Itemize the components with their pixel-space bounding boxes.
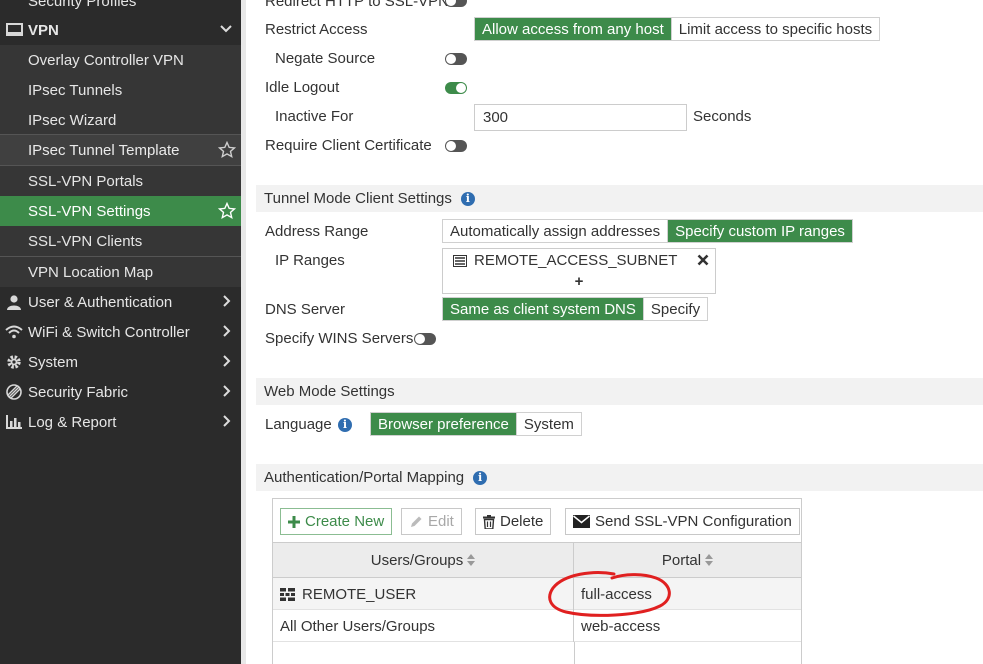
column-divider [574, 642, 575, 664]
address-object-icon [453, 254, 467, 267]
chevron-right-icon [223, 295, 231, 307]
wins-servers-label: Specify WINS Servers [265, 330, 414, 347]
system-language-option[interactable]: System [515, 413, 581, 435]
fabric-icon [4, 383, 24, 401]
specify-dns-option[interactable]: Specify [642, 298, 708, 320]
browser-preference-option[interactable]: Browser preference [371, 413, 516, 435]
tunnel-mode-title: Tunnel Mode Client Settings [264, 190, 452, 207]
sidebar-item-security-fabric[interactable]: Security Fabric [0, 377, 241, 407]
require-client-cert-label: Require Client Certificate [265, 137, 432, 154]
inactive-for-label: Inactive For [275, 108, 354, 125]
restrict-access-selector: Allow access from any host Limit access … [474, 17, 881, 41]
idle-logout-toggle[interactable] [445, 82, 467, 94]
dns-server-selector: Same as client system DNS Specify [442, 297, 709, 321]
user-icon [4, 293, 24, 311]
idle-logout-label: Idle Logout [265, 79, 340, 96]
edit-button[interactable]: Edit [401, 508, 462, 535]
sidebar-item-ipsec-wizard[interactable]: IPsec Wizard [0, 105, 241, 135]
portal-mapping-title: Authentication/Portal Mapping [264, 469, 465, 486]
remove-icon[interactable] [697, 254, 709, 266]
portal-mapping-section-header: Authentication/Portal Mapping i [256, 464, 983, 491]
tunnel-mode-section-header: Tunnel Mode Client Settings i [256, 185, 983, 212]
chevron-right-icon [223, 385, 231, 397]
portal-mapping-table: Create New Edit Delete Send SSL-VPN Conf… [272, 498, 802, 664]
send-ssl-vpn-config-button[interactable]: Send SSL-VPN Configuration [565, 508, 800, 535]
redirect-http-toggle[interactable] [445, 0, 467, 7]
table-row[interactable]: REMOTE_USER full-access [273, 578, 801, 610]
sidebar-item-log-report[interactable]: Log & Report [0, 407, 241, 437]
sidebar: Security Profiles VPN Overlay Controller… [0, 0, 241, 664]
ip-range-entry: REMOTE_ACCESS_SUBNET [453, 252, 677, 269]
sidebar-item-wifi-switch-controller[interactable]: WiFi & Switch Controller [0, 317, 241, 347]
limit-specific-hosts-option[interactable]: Limit access to specific hosts [670, 18, 880, 40]
chevron-down-icon [220, 25, 232, 33]
annotation-circle [548, 571, 671, 617]
restrict-access-label: Restrict Access [265, 21, 368, 38]
group-icon [280, 587, 295, 601]
sidebar-item-vpn-location-map[interactable]: VPN Location Map [0, 257, 241, 287]
address-range-label: Address Range [265, 223, 369, 240]
plus-icon [288, 515, 300, 528]
negate-source-label: Negate Source [275, 50, 376, 67]
sidebar-item-user-authentication[interactable]: User & Authentication [0, 287, 241, 317]
user-cell: REMOTE_USER [273, 578, 574, 610]
same-as-client-dns-option[interactable]: Same as client system DNS [443, 298, 643, 320]
sidebar-item-ipsec-tunnels[interactable]: IPsec Tunnels [0, 75, 241, 105]
info-icon[interactable]: i [473, 470, 488, 485]
pencil-icon [411, 516, 422, 527]
address-range-selector: Automatically assign addresses Specify c… [442, 219, 853, 243]
sidebar-item-overlay-controller-vpn[interactable]: Overlay Controller VPN [0, 45, 241, 75]
custom-ip-ranges-option[interactable]: Specify custom IP ranges [667, 220, 852, 242]
create-new-button[interactable]: Create New [280, 508, 393, 535]
chevron-right-icon [223, 355, 231, 367]
language-label: Language [265, 416, 332, 433]
chart-icon [4, 413, 24, 431]
info-icon[interactable]: i [460, 191, 475, 206]
language-selector: Browser preference System [370, 412, 582, 436]
sidebar-item-ssl-vpn-portals[interactable]: SSL-VPN Portals [0, 166, 241, 196]
main-content: Redirect HTTP to SSL-VPN Restrict Access… [246, 0, 983, 664]
sidebar-item-vpn[interactable]: VPN [0, 15, 241, 45]
monitor-icon [4, 21, 24, 39]
star-icon[interactable] [218, 202, 236, 220]
envelope-icon [573, 515, 590, 528]
sidebar-item-ssl-vpn-clients[interactable]: SSL-VPN Clients [0, 226, 241, 256]
gear-icon [4, 353, 24, 371]
auto-assign-option[interactable]: Automatically assign addresses [443, 220, 668, 242]
sidebar-item-security-profiles[interactable]: Security Profiles [0, 0, 241, 16]
redirect-http-label: Redirect HTTP to SSL-VPN [265, 0, 449, 10]
info-icon[interactable]: i [338, 418, 352, 432]
sort-icon [705, 554, 714, 566]
column-header-users-groups[interactable]: Users/Groups [273, 542, 574, 578]
allow-any-host-option[interactable]: Allow access from any host [475, 18, 671, 40]
seconds-label: Seconds [693, 108, 752, 125]
wifi-icon [4, 323, 24, 341]
trash-icon [483, 514, 495, 529]
ip-ranges-field[interactable]: REMOTE_ACCESS_SUBNET + [442, 248, 716, 294]
add-ip-range-button[interactable]: + [443, 273, 715, 290]
web-mode-section-header: Web Mode Settings [256, 378, 983, 405]
dns-server-label: DNS Server [265, 301, 346, 318]
require-client-cert-toggle[interactable] [445, 140, 467, 152]
star-icon[interactable] [218, 141, 236, 159]
user-cell: All Other Users/Groups [273, 610, 574, 642]
sidebar-item-system[interactable]: System [0, 347, 241, 377]
shield-icon [4, 0, 24, 10]
delete-button[interactable]: Delete [475, 508, 552, 535]
chevron-right-icon [223, 325, 231, 337]
sort-icon [467, 554, 476, 566]
ip-ranges-label: IP Ranges [275, 252, 345, 269]
negate-source-toggle[interactable] [445, 53, 467, 65]
inactive-for-input[interactable]: 300 [474, 104, 687, 131]
wins-servers-toggle[interactable] [414, 333, 436, 345]
sidebar-item-ipsec-tunnel-template[interactable]: IPsec Tunnel Template [0, 135, 241, 165]
web-mode-title: Web Mode Settings [264, 383, 395, 400]
chevron-right-icon [223, 415, 231, 427]
sidebar-item-ssl-vpn-settings[interactable]: SSL-VPN Settings [0, 196, 241, 226]
table-row[interactable]: All Other Users/Groups web-access [273, 610, 801, 642]
